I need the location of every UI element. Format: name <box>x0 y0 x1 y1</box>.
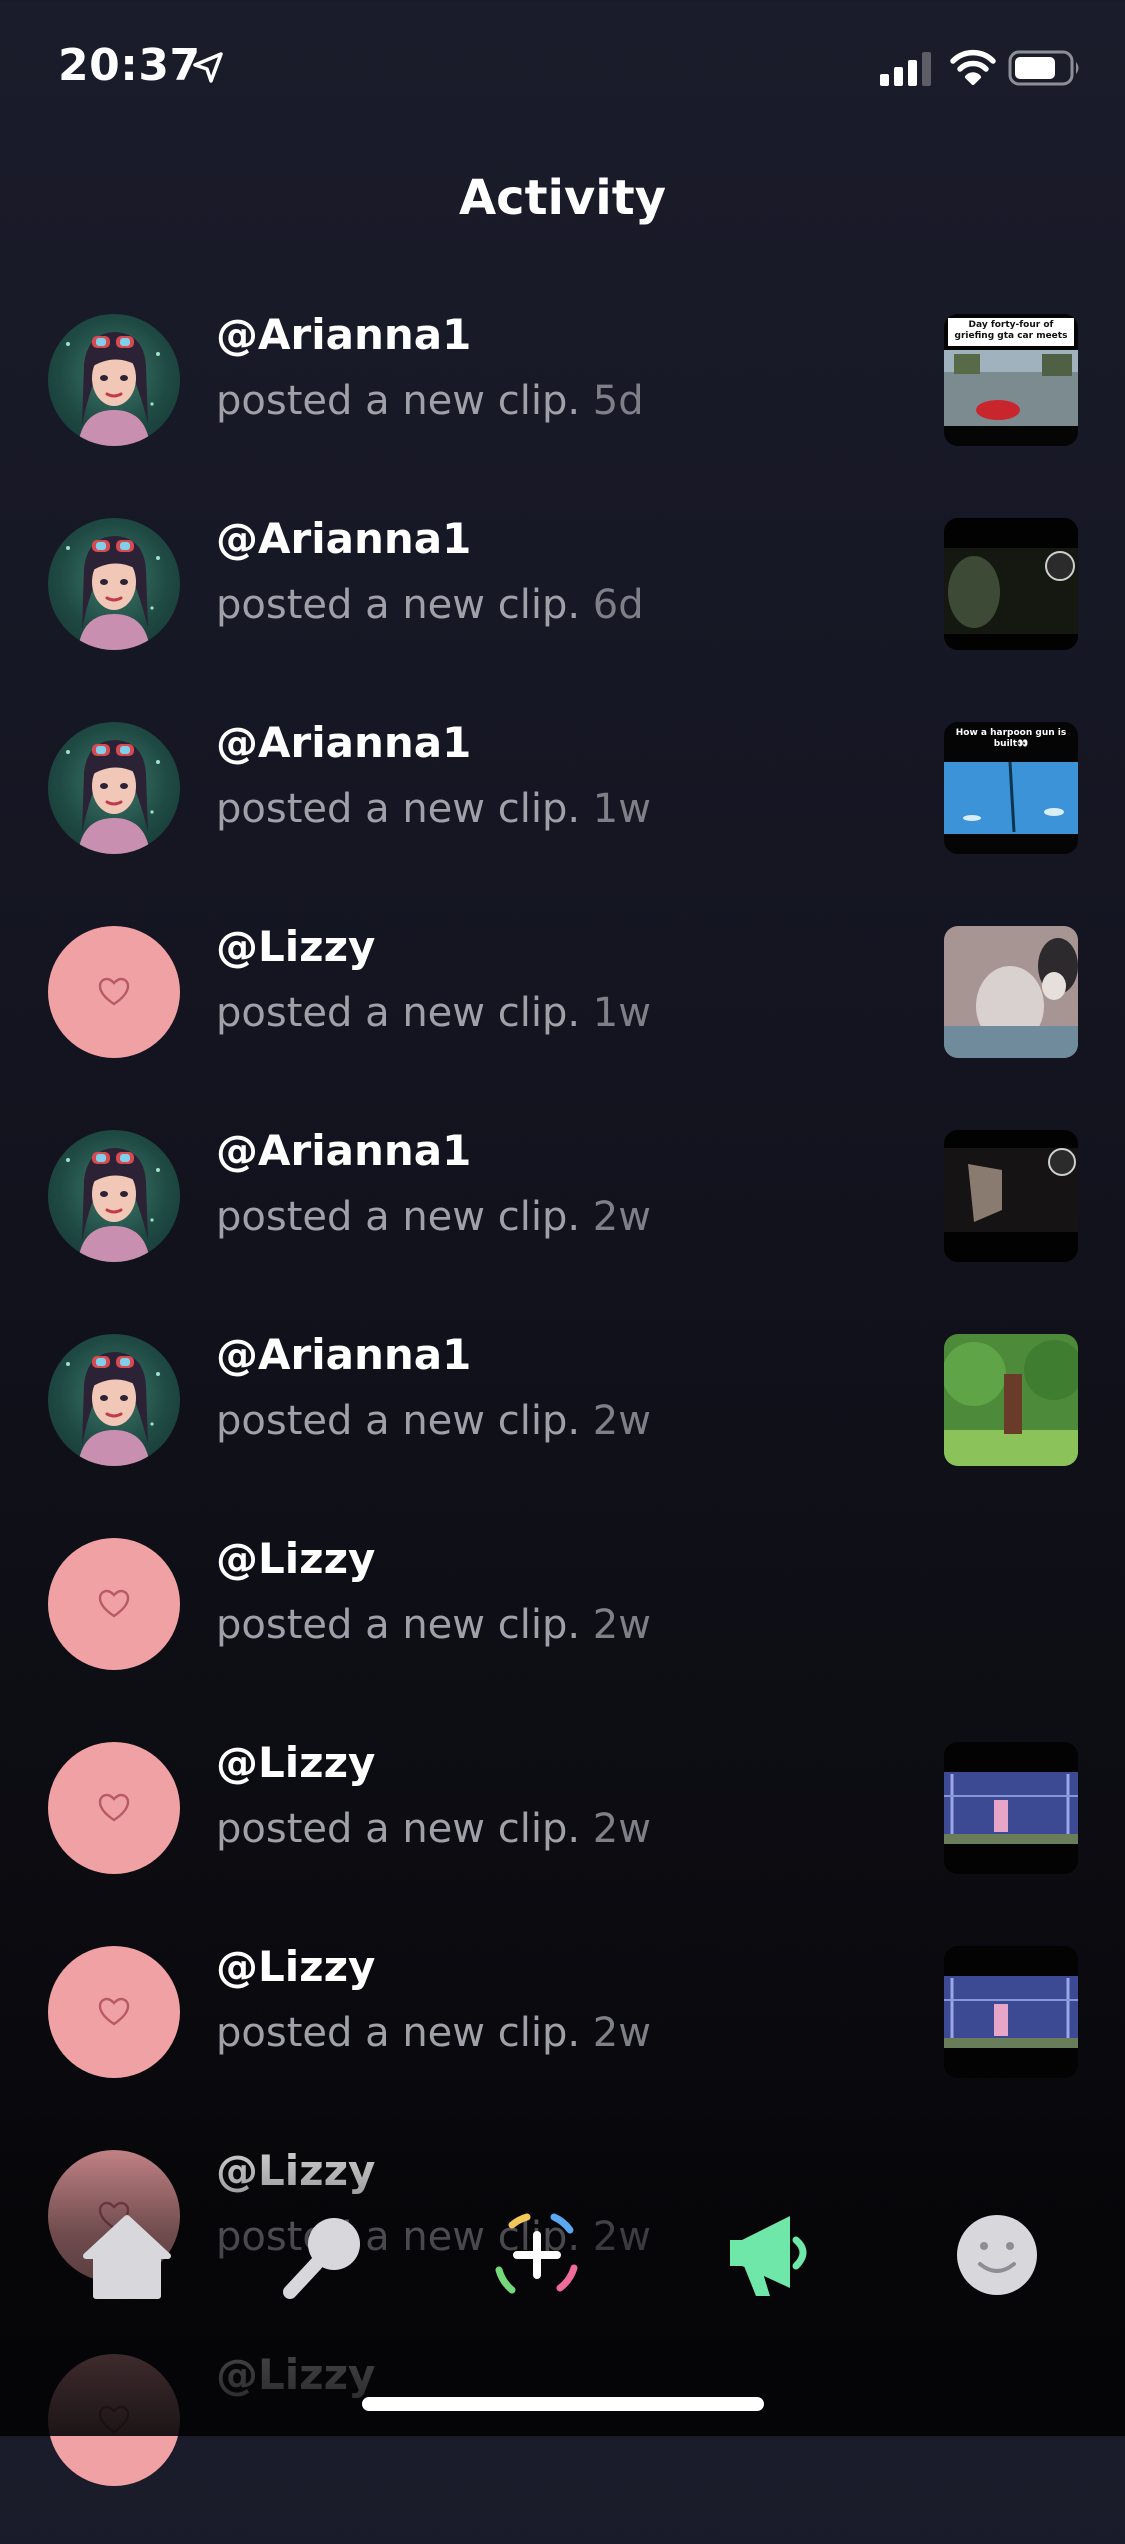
activity-action: posted a new clip. <box>216 1194 581 1240</box>
activity-username[interactable]: @Lizzy <box>216 2350 375 2399</box>
activity-username[interactable]: @Arianna1 <box>216 1330 471 1379</box>
activity-age: 2w <box>592 2010 651 2056</box>
activity-username[interactable]: @Lizzy <box>216 922 375 971</box>
activity-message: posted a new clip. 6d <box>216 582 644 628</box>
activity-item[interactable]: @Lizzy posted a new clip. 2w <box>0 1728 1125 1932</box>
clip-thumbnail-image <box>944 1130 1078 1262</box>
status-bar: 20:37 <box>0 0 1125 140</box>
activity-item[interactable]: @Arianna1 posted a new clip. 1w How a harp… <box>0 708 1125 912</box>
activity-message: posted a new clip. 2w <box>216 2010 651 2056</box>
home-indicator[interactable] <box>362 2397 764 2411</box>
activity-age: 1w <box>592 990 651 1036</box>
clip-thumbnail-image <box>944 1946 1078 2078</box>
activity-item[interactable]: @Arianna1 posted a new clip. 2w <box>0 1320 1125 1524</box>
character-portrait <box>66 536 160 650</box>
location-arrow-icon <box>193 52 223 83</box>
avatar[interactable] <box>48 2354 180 2486</box>
heart-icon <box>98 1589 130 1618</box>
activity-message: posted a new clip. 2w <box>216 1398 651 1444</box>
clip-thumbnail[interactable] <box>944 1130 1078 1262</box>
search-icon[interactable] <box>270 2200 380 2310</box>
activity-action: posted a new clip. <box>216 378 581 424</box>
clip-thumbnail[interactable] <box>944 1742 1078 1874</box>
activity-username[interactable]: @Arianna1 <box>216 310 471 359</box>
activity-item[interactable]: @Lizzy posted a new clip. 2w <box>0 1932 1125 2136</box>
activity-item[interactable]: @Arianna1 posted a new clip. 5d Day forty-… <box>0 300 1125 504</box>
avatar[interactable] <box>48 1946 180 2078</box>
activity-age: 2w <box>592 1806 651 1852</box>
activity-username[interactable]: @Arianna1 <box>216 718 471 767</box>
activity-action: posted a new clip. <box>216 1398 581 1444</box>
activity-action: posted a new clip. <box>216 582 581 628</box>
activity-item[interactable]: @Lizzy posted a new clip. 1w <box>0 912 1125 1116</box>
activity-action: posted a new clip. <box>216 2010 581 2056</box>
activity-message: posted a new clip. 1w <box>216 990 651 1036</box>
activity-item[interactable]: @Lizzy posted a new clip. 2w <box>0 1524 1125 1728</box>
character-portrait <box>66 1352 160 1466</box>
activity-item[interactable]: @Arianna1 posted a new clip. 6d <box>0 504 1125 708</box>
page-title: Activity <box>459 170 666 226</box>
activity-message: posted a new clip. 1w <box>216 786 651 832</box>
clip-thumbnail[interactable]: Day forty-four of griefing gta car meets <box>944 314 1078 446</box>
home-icon[interactable] <box>72 2200 182 2310</box>
activity-message: posted a new clip. 2w <box>216 1806 651 1852</box>
activity-username[interactable]: @Arianna1 <box>216 1126 471 1175</box>
activity-item[interactable]: @Lizzy <box>0 2340 1125 2544</box>
character-portrait <box>66 332 160 446</box>
activity-action: posted a new clip. <box>216 990 581 1036</box>
avatar[interactable] <box>48 926 180 1058</box>
activity-age: 6d <box>592 582 644 628</box>
clip-thumbnail-image <box>944 1742 1078 1874</box>
heart-icon <box>98 1793 130 1822</box>
avatar[interactable] <box>48 314 180 446</box>
heart-icon <box>98 1997 130 2026</box>
activity-message: posted a new clip. 2w <box>216 1194 651 1240</box>
megaphone-icon[interactable] <box>714 2200 824 2310</box>
activity-username[interactable]: @Lizzy <box>216 1738 375 1787</box>
avatar[interactable] <box>48 518 180 650</box>
character-portrait <box>66 740 160 854</box>
activity-username[interactable]: @Arianna1 <box>216 514 471 563</box>
activity-username[interactable]: @Lizzy <box>216 1942 375 1991</box>
activity-username[interactable]: @Lizzy <box>216 1534 375 1583</box>
avatar[interactable] <box>48 1538 180 1670</box>
activity-action: posted a new clip. <box>216 1806 581 1852</box>
plus-icon[interactable] <box>482 2200 592 2310</box>
clip-thumbnail[interactable] <box>944 1946 1078 2078</box>
clip-thumbnail-image <box>944 1334 1078 1466</box>
activity-age: 2w <box>592 1398 651 1444</box>
activity-age: 5d <box>592 378 644 424</box>
clip-thumbnail-image <box>944 518 1078 650</box>
tab-bar <box>0 2200 1125 2320</box>
activity-action: posted a new clip. <box>216 1602 581 1648</box>
avatar[interactable] <box>48 1334 180 1466</box>
battery-icon <box>1008 50 1079 86</box>
avatar[interactable] <box>48 1130 180 1262</box>
wifi-icon <box>950 49 996 85</box>
heart-icon <box>98 977 130 1006</box>
clip-thumbnail-image <box>944 926 1078 1058</box>
clip-thumbnail-caption: How a harpoon gun is built👀 <box>955 728 1067 749</box>
activity-message: posted a new clip. 5d <box>216 378 644 424</box>
activity-action: posted a new clip. <box>216 786 581 832</box>
character-portrait <box>66 1148 160 1262</box>
avatar[interactable] <box>48 722 180 854</box>
clip-thumbnail[interactable]: How a harpoon gun is built👀 <box>944 722 1078 854</box>
cellular-signal-icon <box>880 52 931 86</box>
clip-thumbnail-caption: Day forty-four of griefing gta car meets <box>954 320 1068 341</box>
clip-thumbnail[interactable] <box>944 518 1078 650</box>
smiley-face-icon[interactable] <box>942 2200 1052 2310</box>
clip-thumbnail[interactable] <box>944 1334 1078 1466</box>
activity-username[interactable]: @Lizzy <box>216 2146 375 2195</box>
activity-age: 2w <box>592 1194 651 1240</box>
clip-thumbnail[interactable] <box>944 926 1078 1058</box>
status-time: 20:37 <box>58 40 201 91</box>
activity-age: 2w <box>592 1602 651 1648</box>
activity-item[interactable]: @Arianna1 posted a new clip. 2w <box>0 1116 1125 1320</box>
activity-age: 1w <box>592 786 651 832</box>
avatar[interactable] <box>48 1742 180 1874</box>
heart-icon <box>98 2405 130 2434</box>
activity-message: posted a new clip. 2w <box>216 1602 651 1648</box>
